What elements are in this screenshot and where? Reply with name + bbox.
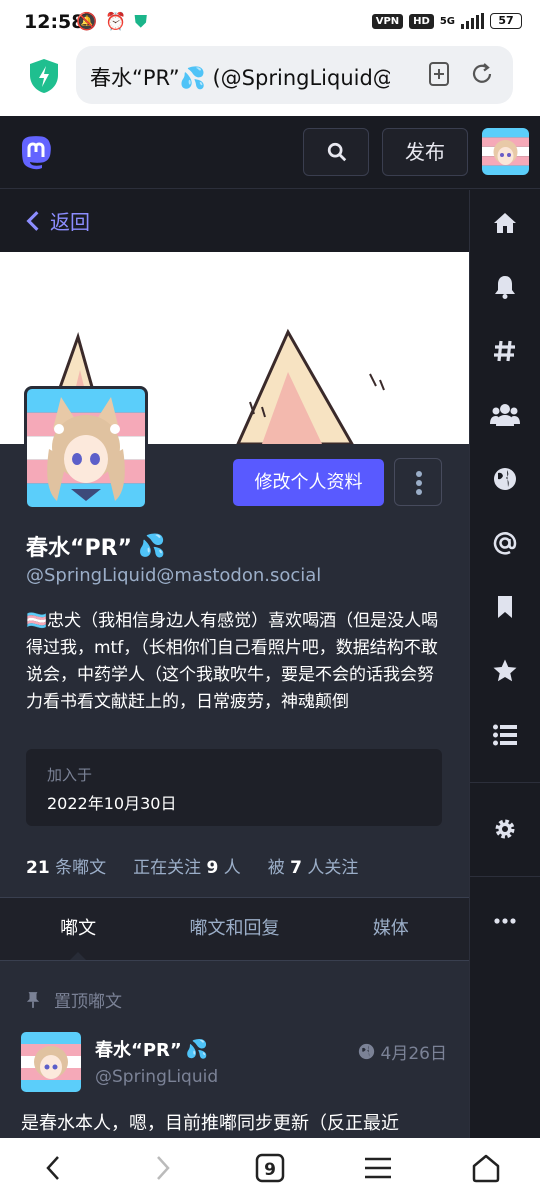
pinned-indicator: 置顶嘟文 (26, 987, 122, 1012)
nav-rail (469, 190, 540, 1138)
mute-icon: 🔕 (76, 12, 98, 32)
rail-divider (470, 876, 540, 877)
profile-handle: @SpringLiquid@mastodon.social (26, 565, 322, 586)
hd-badge: HD (409, 13, 434, 29)
status-right: VPN HD 5G 57 (371, 13, 522, 29)
profile-bio: 🏳️‍⚧️忠犬（我相信身边人有感觉）喜欢喝酒（但是没人喝得过我，mtf，（长相你… (26, 611, 439, 712)
back-bar: 返回 (0, 190, 469, 252)
post-avatar[interactable] (21, 1032, 81, 1092)
post-author-text: 春水“PR” (95, 1040, 182, 1061)
display-name-text: 春水“PR” (26, 536, 132, 561)
posts-stat[interactable]: 21 条嘟文 (26, 853, 106, 878)
url-text[interactable]: 春水“PR”💦 (@SpringLiquid@ (90, 62, 390, 92)
browser-bottom-nav: 9 (0, 1138, 540, 1200)
search-button[interactable] (303, 128, 369, 176)
security-shield-icon[interactable] (28, 58, 60, 94)
signal-icon (461, 13, 484, 29)
more-horizontal-icon[interactable] (492, 908, 518, 934)
profile-column: 返回 修改个人资料 春水“PR” 💦 @SpringLiquid@mastodo… (0, 190, 469, 1138)
post-author-name[interactable]: 春水“PR” 💦 (95, 1036, 208, 1062)
back-label: 返回 (50, 210, 90, 234)
post-date: 4月26日 (380, 1044, 447, 1064)
mastodon-app: 发布 返回 修改个人资料 春水“PR” 💦 @SpringLiquid@mast… (0, 116, 540, 1138)
notifications-bell-icon[interactable] (492, 274, 518, 300)
edit-profile-button[interactable]: 修改个人资料 (233, 459, 384, 506)
search-icon (327, 142, 347, 162)
forward-arrow-icon[interactable] (146, 1152, 178, 1184)
following-stat[interactable]: 正在关注 9 人 (133, 853, 241, 878)
bookmark-icon[interactable] (492, 594, 518, 620)
star-icon[interactable] (492, 658, 518, 684)
joined-card: 加入于 2022年10月30日 (26, 749, 442, 826)
profile-tabs: 嘟文 嘟文和回复 媒体 (0, 897, 469, 961)
browser-bar: 春水“PR”💦 (@SpringLiquid@ (0, 44, 540, 116)
tab-posts-and-replies[interactable]: 嘟文和回复 (156, 898, 312, 960)
publish-button[interactable]: 发布 (382, 128, 468, 176)
joined-date: 2022年10月30日 (47, 794, 177, 813)
gear-icon[interactable] (492, 816, 518, 842)
profile-stats: 21 条嘟文 正在关注 9 人 被 7 人关注 (26, 853, 358, 878)
top-nav: 发布 (0, 116, 540, 189)
post-content: 是春水本人，嗯，目前推嘟同步更新（反正最近 (21, 1113, 399, 1134)
globe-federated-icon[interactable] (492, 466, 518, 492)
joined-label: 加入于 (47, 766, 93, 784)
menu-icon[interactable] (362, 1152, 394, 1184)
pinned-label: 置顶嘟文 (54, 992, 122, 1012)
vpn-badge: VPN (371, 13, 404, 29)
status-icons: 🔕 ⏰ ⛊ (76, 12, 147, 32)
battery-icon: 57 (490, 13, 522, 29)
refresh-icon[interactable] (469, 61, 495, 87)
home-outline-icon[interactable] (470, 1152, 502, 1184)
back-button[interactable]: 返回 (26, 206, 90, 235)
profile-display-name: 春水“PR” 💦 (26, 530, 165, 562)
nav-avatar[interactable] (482, 128, 529, 175)
followers-stat[interactable]: 被 7 人关注 (268, 853, 359, 878)
rail-divider (470, 782, 540, 783)
back-arrow-icon[interactable] (38, 1152, 70, 1184)
more-options-button[interactable] (394, 458, 442, 506)
svg-text:9: 9 (264, 1160, 276, 1180)
more-vertical-icon (416, 471, 422, 495)
network-label: 5G (439, 15, 455, 27)
add-bookmark-icon[interactable] (426, 61, 452, 87)
tab-posts[interactable]: 嘟文 (0, 898, 156, 960)
post-author-handle[interactable]: @SpringLiquid (95, 1067, 218, 1087)
alarm-icon: ⏰ (105, 12, 127, 32)
tab-media[interactable]: 媒体 (313, 898, 469, 960)
lists-icon[interactable] (492, 722, 518, 748)
chevron-left-icon (26, 210, 39, 231)
globe-icon (358, 1043, 374, 1060)
status-bar: 12:58 🔕 ⏰ ⛊ VPN HD 5G 57 (0, 0, 540, 44)
sweat-droplets-icon: 💦 (137, 533, 166, 559)
mastodon-logo-icon[interactable] (20, 136, 52, 170)
profile-avatar[interactable] (24, 386, 148, 510)
sweat-droplets-icon: 💦 (185, 1038, 209, 1060)
address-bar[interactable]: 春水“PR”💦 (@SpringLiquid@ (76, 46, 513, 104)
post-meta[interactable]: 4月26日 (358, 1039, 447, 1064)
home-icon[interactable] (492, 210, 518, 236)
people-icon[interactable] (490, 402, 520, 428)
shield-status-icon: ⛊ (134, 12, 148, 32)
pin-icon (26, 991, 40, 1008)
tabs-count-icon[interactable]: 9 (254, 1152, 286, 1184)
mention-at-icon[interactable] (492, 530, 518, 556)
hashtag-icon[interactable] (492, 338, 518, 364)
